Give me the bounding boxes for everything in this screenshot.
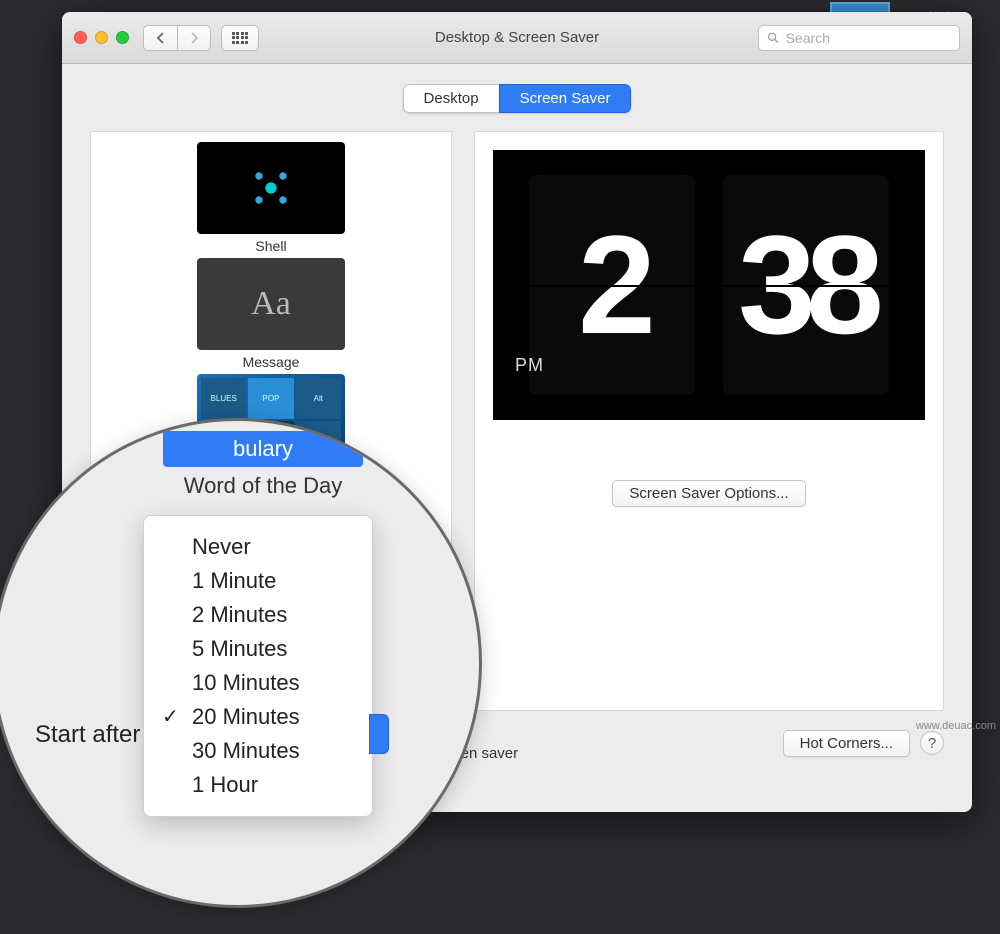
- saver-shell[interactable]: Shell: [197, 142, 345, 254]
- start-after-menu: Never 1 Minute 2 Minutes 5 Minutes 10 Mi…: [143, 515, 373, 817]
- hot-corners-button[interactable]: Hot Corners...: [783, 730, 910, 757]
- saver-message[interactable]: Aa Message: [197, 258, 345, 370]
- clock-minutes: 38: [723, 175, 889, 395]
- tab-desktop[interactable]: Desktop: [403, 84, 499, 113]
- search-icon: [767, 31, 780, 45]
- tab-screensaver[interactable]: Screen Saver: [499, 84, 632, 113]
- clock-ampm: PM: [515, 355, 544, 376]
- menu-item-never[interactable]: Never: [144, 530, 372, 564]
- menu-item-20min[interactable]: 20 Minutes: [144, 700, 372, 734]
- saver-label-zoomed: Word of the Day: [73, 473, 453, 499]
- window-toolbar: Desktop & Screen Saver: [62, 12, 972, 64]
- saver-word-zoomed[interactable]: bulary: [163, 431, 363, 467]
- traffic-lights: [74, 31, 129, 44]
- saver-label: Shell: [197, 238, 345, 254]
- start-after-label-zoomed: Start after: [35, 721, 140, 749]
- search-input[interactable]: [786, 30, 951, 46]
- back-button[interactable]: [143, 25, 177, 51]
- zoom-icon[interactable]: [116, 31, 129, 44]
- message-thumb: Aa: [197, 258, 345, 350]
- shell-icon: [241, 158, 301, 218]
- menu-item-1min[interactable]: 1 Minute: [144, 564, 372, 598]
- preview-panel: 2 38 PM Screen Saver Options...: [474, 131, 944, 711]
- menu-item-30min[interactable]: 30 Minutes: [144, 734, 372, 768]
- menu-item-5min[interactable]: 5 Minutes: [144, 632, 372, 666]
- watermark: www.deuac.com: [916, 720, 996, 732]
- grid-icon: [232, 32, 249, 44]
- magnifier-overlay: bulary Word of the Day Never 1 Minute 2 …: [0, 418, 482, 908]
- nav-buttons: [143, 25, 211, 51]
- help-button[interactable]: ?: [920, 731, 944, 755]
- search-field[interactable]: [758, 25, 960, 51]
- menu-item-1hour[interactable]: 1 Hour: [144, 768, 372, 802]
- forward-button[interactable]: [177, 25, 211, 51]
- screensaver-options-button[interactable]: Screen Saver Options...: [612, 480, 805, 507]
- dropdown-edge: [369, 714, 389, 754]
- show-all-button[interactable]: [221, 25, 259, 51]
- screensaver-preview: 2 38 PM: [493, 150, 925, 420]
- menu-item-2min[interactable]: 2 Minutes: [144, 598, 372, 632]
- saver-label: Message: [197, 354, 345, 370]
- menu-item-10min[interactable]: 10 Minutes: [144, 666, 372, 700]
- minimize-icon[interactable]: [95, 31, 108, 44]
- clock-hours: 2: [529, 175, 695, 395]
- close-icon[interactable]: [74, 31, 87, 44]
- tab-bar: Desktop Screen Saver: [62, 64, 972, 131]
